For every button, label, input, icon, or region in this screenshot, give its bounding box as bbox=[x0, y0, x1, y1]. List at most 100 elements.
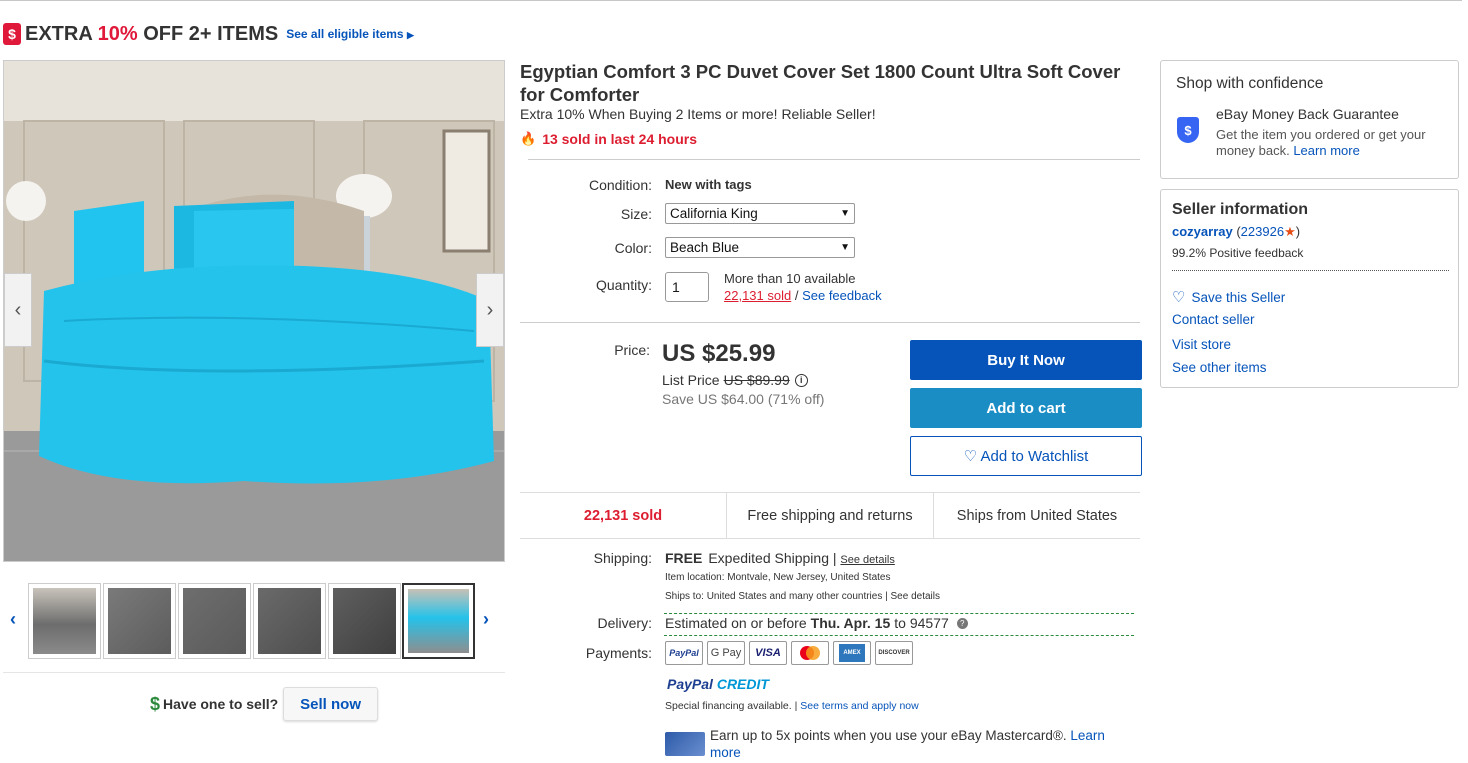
highlights-strip: 22,131 sold Free shipping and returns Sh… bbox=[520, 492, 1140, 539]
strip-shipping: Free shipping and returns bbox=[727, 493, 934, 538]
sell-prompt: $ Have one to sell? Sell now bbox=[150, 687, 379, 721]
condition-value: New with tags bbox=[665, 177, 752, 192]
paypal-credit-logo: PayPal CREDIT bbox=[667, 676, 769, 692]
price-label: Price: bbox=[614, 342, 650, 358]
chevron-down-icon: ▼ bbox=[840, 208, 850, 219]
info-icon[interactable]: i bbox=[794, 373, 808, 387]
condition-label: Condition: bbox=[588, 177, 652, 193]
confidence-title: Shop with confidence bbox=[1176, 75, 1324, 92]
thumbnail-strip: ‹ › bbox=[6, 583, 501, 659]
seller-username-link[interactable]: cozyarray bbox=[1172, 224, 1233, 239]
amex-icon: AMEX bbox=[833, 641, 871, 665]
strip-sold: 22,131 sold bbox=[520, 493, 727, 538]
see-other-items-link[interactable]: See other items bbox=[1172, 360, 1267, 375]
chevron-left-icon: ‹ bbox=[14, 298, 22, 321]
thumbnail-6-selected[interactable] bbox=[402, 583, 475, 659]
chevron-right-icon: › bbox=[486, 298, 494, 321]
shield-icon: $ bbox=[1177, 117, 1199, 143]
size-select[interactable]: California King ▼ bbox=[665, 203, 855, 224]
positive-feedback: 99.2% Positive feedback bbox=[1172, 246, 1304, 260]
options-divider bbox=[520, 322, 1140, 323]
delivery-divider-bottom bbox=[664, 635, 1134, 636]
gallery-prev-button[interactable]: ‹ bbox=[4, 273, 32, 347]
thumbnail-2[interactable] bbox=[103, 583, 176, 659]
product-title: Egyptian Comfort 3 PC Duvet Cover Set 18… bbox=[520, 61, 1121, 105]
star-icon: ★ bbox=[1284, 224, 1296, 239]
main-product-image[interactable] bbox=[3, 60, 505, 562]
thumb-next-icon[interactable]: › bbox=[483, 609, 489, 630]
fire-icon: 🔥 bbox=[520, 131, 537, 146]
visit-store-link[interactable]: Visit store bbox=[1172, 337, 1231, 352]
chevron-down-icon: ▼ bbox=[840, 242, 850, 253]
see-eligible-items-link[interactable]: See all eligible items ▶ bbox=[286, 27, 414, 41]
visa-icon: VISA bbox=[749, 641, 787, 665]
google-pay-icon: G Pay bbox=[707, 641, 745, 665]
availability: More than 10 available 22,131 sold / See… bbox=[724, 270, 882, 304]
slash-separator: / bbox=[791, 288, 803, 303]
ships-to-details-link[interactable]: See details bbox=[891, 591, 940, 602]
gallery-divider bbox=[3, 672, 505, 673]
size-label: Size: bbox=[620, 206, 652, 222]
seller-name-line: cozyarray (223926★) bbox=[1172, 224, 1301, 239]
color-select[interactable]: Beach Blue ▼ bbox=[665, 237, 855, 258]
feedback-score-link[interactable]: 223926 bbox=[1241, 224, 1284, 239]
gallery-next-button[interactable]: › bbox=[476, 273, 504, 347]
promo-banner: $ EXTRA 10% OFF 2+ ITEMS See all eligibl… bbox=[0, 20, 414, 48]
color-label: Color: bbox=[614, 240, 652, 256]
save-seller-link[interactable]: ♡ Save this Seller bbox=[1172, 288, 1285, 306]
dollar-icon: $ bbox=[150, 693, 161, 714]
savings-text: Save US $64.00 (71% off) bbox=[662, 391, 825, 407]
thumbnail-3[interactable] bbox=[178, 583, 251, 659]
delivery-estimate: Estimated on or before Thu. Apr. 15 to 945… bbox=[665, 615, 968, 631]
heart-icon: ♡ bbox=[1172, 289, 1186, 306]
seller-information-panel: Seller information cozyarray (223926★) 9… bbox=[1160, 189, 1459, 388]
title-divider bbox=[528, 159, 1140, 160]
terms-apply-link[interactable]: See terms and apply now bbox=[800, 700, 918, 712]
sell-question: Have one to sell? bbox=[163, 696, 279, 712]
paypal-icon: PayPal bbox=[665, 641, 703, 665]
shipping-info: FREE Expedited Shipping | See details bbox=[665, 550, 895, 566]
thumbnail-4[interactable] bbox=[253, 583, 326, 659]
buy-it-now-button[interactable]: Buy It Now bbox=[910, 340, 1142, 380]
top-divider bbox=[0, 0, 1462, 1]
see-feedback-link[interactable]: See feedback bbox=[802, 288, 882, 303]
delivery-divider-top bbox=[664, 613, 1134, 614]
thumbnail-1[interactable] bbox=[28, 583, 101, 659]
guarantee-title: eBay Money Back Guarantee bbox=[1216, 106, 1399, 122]
delivery-label: Delivery: bbox=[597, 615, 652, 631]
product-subtitle: Extra 10% When Buying 2 Items or more! R… bbox=[520, 106, 876, 122]
promo-text: EXTRA 10% OFF 2+ ITEMS bbox=[25, 22, 279, 45]
thumb-prev-icon[interactable]: ‹ bbox=[10, 609, 16, 630]
contact-seller-link[interactable]: Contact seller bbox=[1172, 312, 1255, 327]
strip-ships-from: Ships from United States bbox=[956, 507, 1118, 524]
mastercard-icon bbox=[791, 641, 829, 665]
special-financing: Special financing available. | See terms… bbox=[665, 700, 919, 712]
shipping-details-link[interactable]: See details bbox=[840, 554, 894, 566]
payments-label: Payments: bbox=[585, 645, 652, 661]
promo-tag-icon: $ bbox=[3, 23, 21, 45]
shop-with-confidence-panel: Shop with confidence $ eBay Money Back G… bbox=[1160, 60, 1459, 179]
shipping-label: Shipping: bbox=[593, 550, 652, 566]
mastercard-offer: Earn up to 5x points when you use your e… bbox=[710, 728, 1105, 760]
guarantee-description: Get the item you ordered or get your mon… bbox=[1216, 127, 1426, 158]
guarantee-learn-more-link[interactable]: Learn more bbox=[1293, 143, 1359, 158]
sold-last-24h: 🔥 13 sold in last 24 hours bbox=[520, 131, 698, 147]
price: US $25.99 bbox=[662, 340, 776, 367]
quantity-input[interactable]: 1 bbox=[665, 272, 709, 302]
quantity-label: Quantity: bbox=[595, 277, 652, 293]
add-to-watchlist-button[interactable]: ♡ Add to Watchlist bbox=[910, 436, 1142, 476]
thumbnail-5[interactable] bbox=[328, 583, 401, 659]
ships-to: Ships to: United States and many other c… bbox=[665, 591, 940, 602]
ebay-mastercard-image bbox=[665, 732, 705, 756]
sell-now-button[interactable]: Sell now bbox=[283, 687, 379, 721]
sold-count-link[interactable]: 22,131 sold bbox=[724, 288, 791, 303]
add-to-cart-button[interactable]: Add to cart bbox=[910, 388, 1142, 428]
seller-title: Seller information bbox=[1172, 201, 1309, 218]
payment-methods: PayPal G Pay VISA AMEX DISCOVER bbox=[665, 641, 913, 665]
help-icon[interactable]: ? bbox=[956, 617, 968, 629]
list-price: List Price US $89.99 i bbox=[662, 372, 808, 388]
available-text: More than 10 available bbox=[724, 271, 856, 286]
discover-icon: DISCOVER bbox=[875, 641, 913, 665]
item-location: Item location: Montvale, New Jersey, Uni… bbox=[665, 572, 891, 583]
seller-divider bbox=[1172, 270, 1449, 271]
